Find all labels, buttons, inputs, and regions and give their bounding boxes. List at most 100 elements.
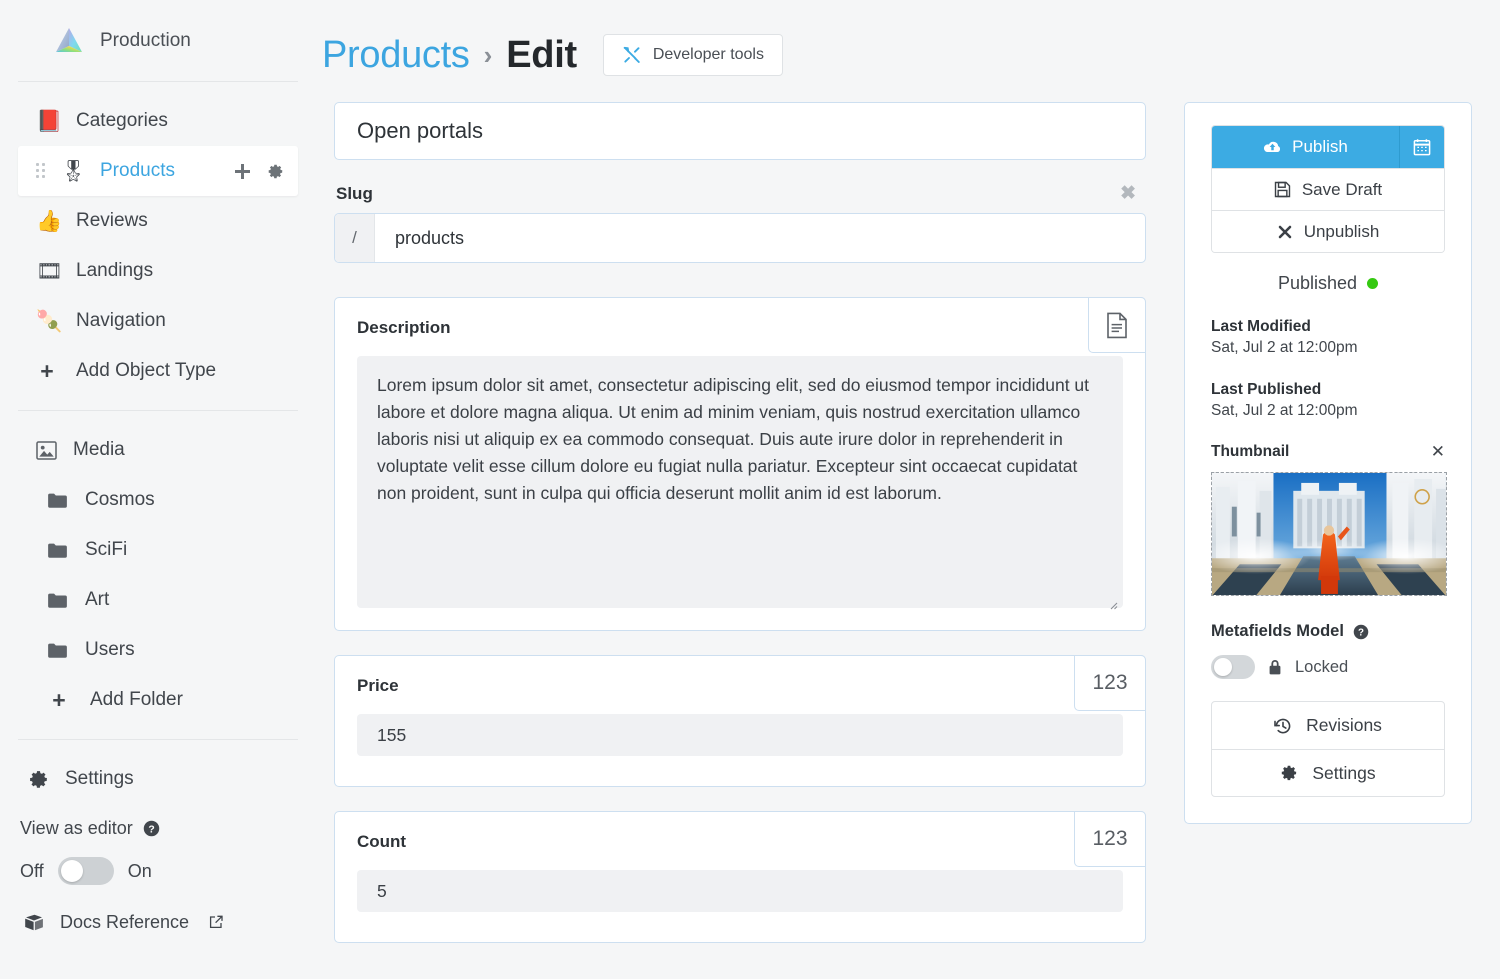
breadcrumb-separator-icon: ›	[483, 39, 493, 70]
publish-button[interactable]: Publish	[1212, 126, 1400, 168]
sidebar-item-label: Products	[100, 160, 175, 181]
developer-tools-button[interactable]: Developer tools	[602, 34, 783, 76]
folder-icon	[48, 643, 67, 658]
thumbnail-header: Thumbnail ✕	[1211, 442, 1445, 462]
panel-actions: Revisions Settings	[1211, 701, 1445, 797]
folder-icon	[48, 543, 67, 558]
view-as-editor-toggle-row: Off On	[20, 857, 316, 885]
metafields-model-toggle[interactable]	[1211, 655, 1255, 679]
film-frames-emoji-icon: 🎞	[36, 259, 63, 283]
sidebar-folder-users[interactable]: Users	[0, 625, 316, 675]
status-dot-icon	[1367, 278, 1379, 289]
sidebar-folder-scifi[interactable]: SciFi	[0, 525, 316, 575]
sidebar-item-label: Reviews	[76, 210, 148, 231]
publish-column: Publish Save Draft Unpublish Published L…	[1184, 102, 1472, 943]
form-column: Open portals Slug ✖ / products Descripti…	[334, 102, 1146, 943]
sidebar-item-label: Categories	[76, 110, 168, 131]
image-icon	[36, 440, 57, 460]
row-actions	[234, 163, 298, 180]
calendar-icon	[1413, 138, 1431, 156]
last-modified-block: Last Modified Sat, Jul 2 at 12:00pm	[1211, 318, 1445, 357]
svg-text:?: ?	[1358, 627, 1364, 638]
count-input[interactable]: 5	[357, 870, 1123, 912]
sidebar-item-landings[interactable]: 🎞 Landings	[0, 246, 316, 296]
thumbnail-preview[interactable]	[1211, 472, 1447, 596]
view-as-editor-toggle[interactable]	[57, 857, 114, 885]
slug-label: Slug	[336, 183, 373, 203]
gear-icon	[1280, 764, 1298, 782]
save-draft-label: Save Draft	[1301, 179, 1383, 199]
publish-label: Publish	[1292, 137, 1348, 156]
count-value: 5	[377, 880, 387, 901]
number-type-badge[interactable]: 123	[1074, 811, 1146, 867]
price-input[interactable]: 155	[357, 714, 1123, 756]
title-input[interactable]: Open portals	[334, 102, 1146, 160]
description-label: Description	[357, 318, 451, 337]
help-icon[interactable]: ?	[143, 820, 160, 837]
save-draft-button[interactable]: Save Draft	[1212, 168, 1444, 210]
breadcrumb-products-link[interactable]: Products	[322, 34, 470, 77]
publish-panel: Publish Save Draft Unpublish Published L…	[1184, 102, 1472, 824]
remove-thumbnail-icon[interactable]: ✕	[1431, 442, 1445, 462]
last-published-value: Sat, Jul 2 at 12:00pm	[1211, 402, 1358, 419]
add-folder-button[interactable]: + Add Folder	[0, 675, 316, 725]
svg-text:?: ?	[148, 824, 154, 835]
settings-label: Settings	[65, 768, 134, 789]
price-value: 155	[377, 724, 407, 745]
last-modified-label: Last Modified	[1211, 318, 1311, 335]
sidebar-divider-1	[18, 410, 298, 411]
folder-icon	[48, 593, 67, 608]
closed-book-emoji-icon: 📕	[36, 109, 63, 133]
sidebar-item-settings[interactable]: Settings	[0, 754, 316, 804]
close-x-icon	[1277, 224, 1293, 240]
media-label: Media	[73, 439, 125, 460]
price-field: Price 123 155	[334, 655, 1146, 787]
brand[interactable]: Production	[18, 0, 298, 82]
add-object-icon[interactable]	[234, 163, 251, 180]
editor-layout: Open portals Slug ✖ / products Descripti…	[316, 84, 1500, 943]
docs-reference-label: Docs Reference	[60, 912, 190, 932]
sidebar-item-reviews[interactable]: 👍 Reviews	[0, 196, 316, 246]
sidebar-item-products[interactable]: 🎖 Products	[18, 146, 298, 196]
panel-settings-button[interactable]: Settings	[1212, 749, 1444, 796]
slug-close-icon[interactable]: ✖	[1120, 182, 1144, 205]
view-as-editor-section: View as editor ? Off On	[0, 804, 316, 885]
sidebar-folder-cosmos[interactable]: Cosmos	[0, 475, 316, 525]
add-object-type-label: Add Object Type	[76, 360, 217, 381]
slug-label-row: Slug ✖	[336, 182, 1144, 205]
drag-handle-icon[interactable]	[36, 163, 48, 179]
description-textarea[interactable]: Lorem ipsum dolor sit amet, consectetur …	[357, 356, 1123, 610]
unpublish-button[interactable]: Unpublish	[1212, 210, 1444, 252]
cloud-upload-icon	[1263, 140, 1282, 155]
view-as-editor-label: View as editor	[20, 818, 133, 838]
status-label: Published	[1277, 273, 1358, 293]
sidebar-item-media[interactable]: Media	[0, 425, 316, 475]
toggle-off-label: Off	[20, 860, 44, 881]
folder-label: Cosmos	[85, 489, 155, 510]
resize-handle[interactable]	[1106, 591, 1118, 610]
description-field: Description Lorem ipsum dolor sit amet, …	[334, 297, 1146, 631]
last-modified-value: Sat, Jul 2 at 12:00pm	[1211, 339, 1358, 356]
help-icon[interactable]: ?	[1353, 624, 1369, 640]
slug-input[interactable]: / products	[334, 213, 1146, 263]
text-document-icon[interactable]	[1088, 297, 1146, 353]
slug-value: products	[395, 227, 465, 248]
folder-icon	[48, 493, 67, 508]
dango-emoji-icon: 🍡	[36, 309, 63, 333]
number-type-badge[interactable]: 123	[1074, 655, 1146, 711]
sidebar-item-categories[interactable]: 📕 Categories	[0, 96, 316, 146]
revisions-button[interactable]: Revisions	[1212, 702, 1444, 749]
sidebar-item-navigation[interactable]: 🍡 Navigation	[0, 296, 316, 346]
prism-logo-icon	[54, 26, 84, 56]
save-disk-icon	[1274, 181, 1291, 198]
add-object-type-button[interactable]: + Add Object Type	[0, 346, 316, 396]
docs-reference-link[interactable]: Docs Reference	[0, 911, 316, 934]
title-value: Open portals	[357, 118, 483, 143]
schedule-publish-button[interactable]	[1400, 126, 1444, 168]
count-label: Count	[357, 832, 407, 851]
gear-icon[interactable]	[267, 163, 284, 180]
metafields-locked-label: Locked	[1295, 657, 1349, 676]
sidebar-folder-art[interactable]: Art	[0, 575, 316, 625]
panel-settings-label: Settings	[1312, 762, 1376, 783]
gear-icon	[28, 769, 49, 790]
